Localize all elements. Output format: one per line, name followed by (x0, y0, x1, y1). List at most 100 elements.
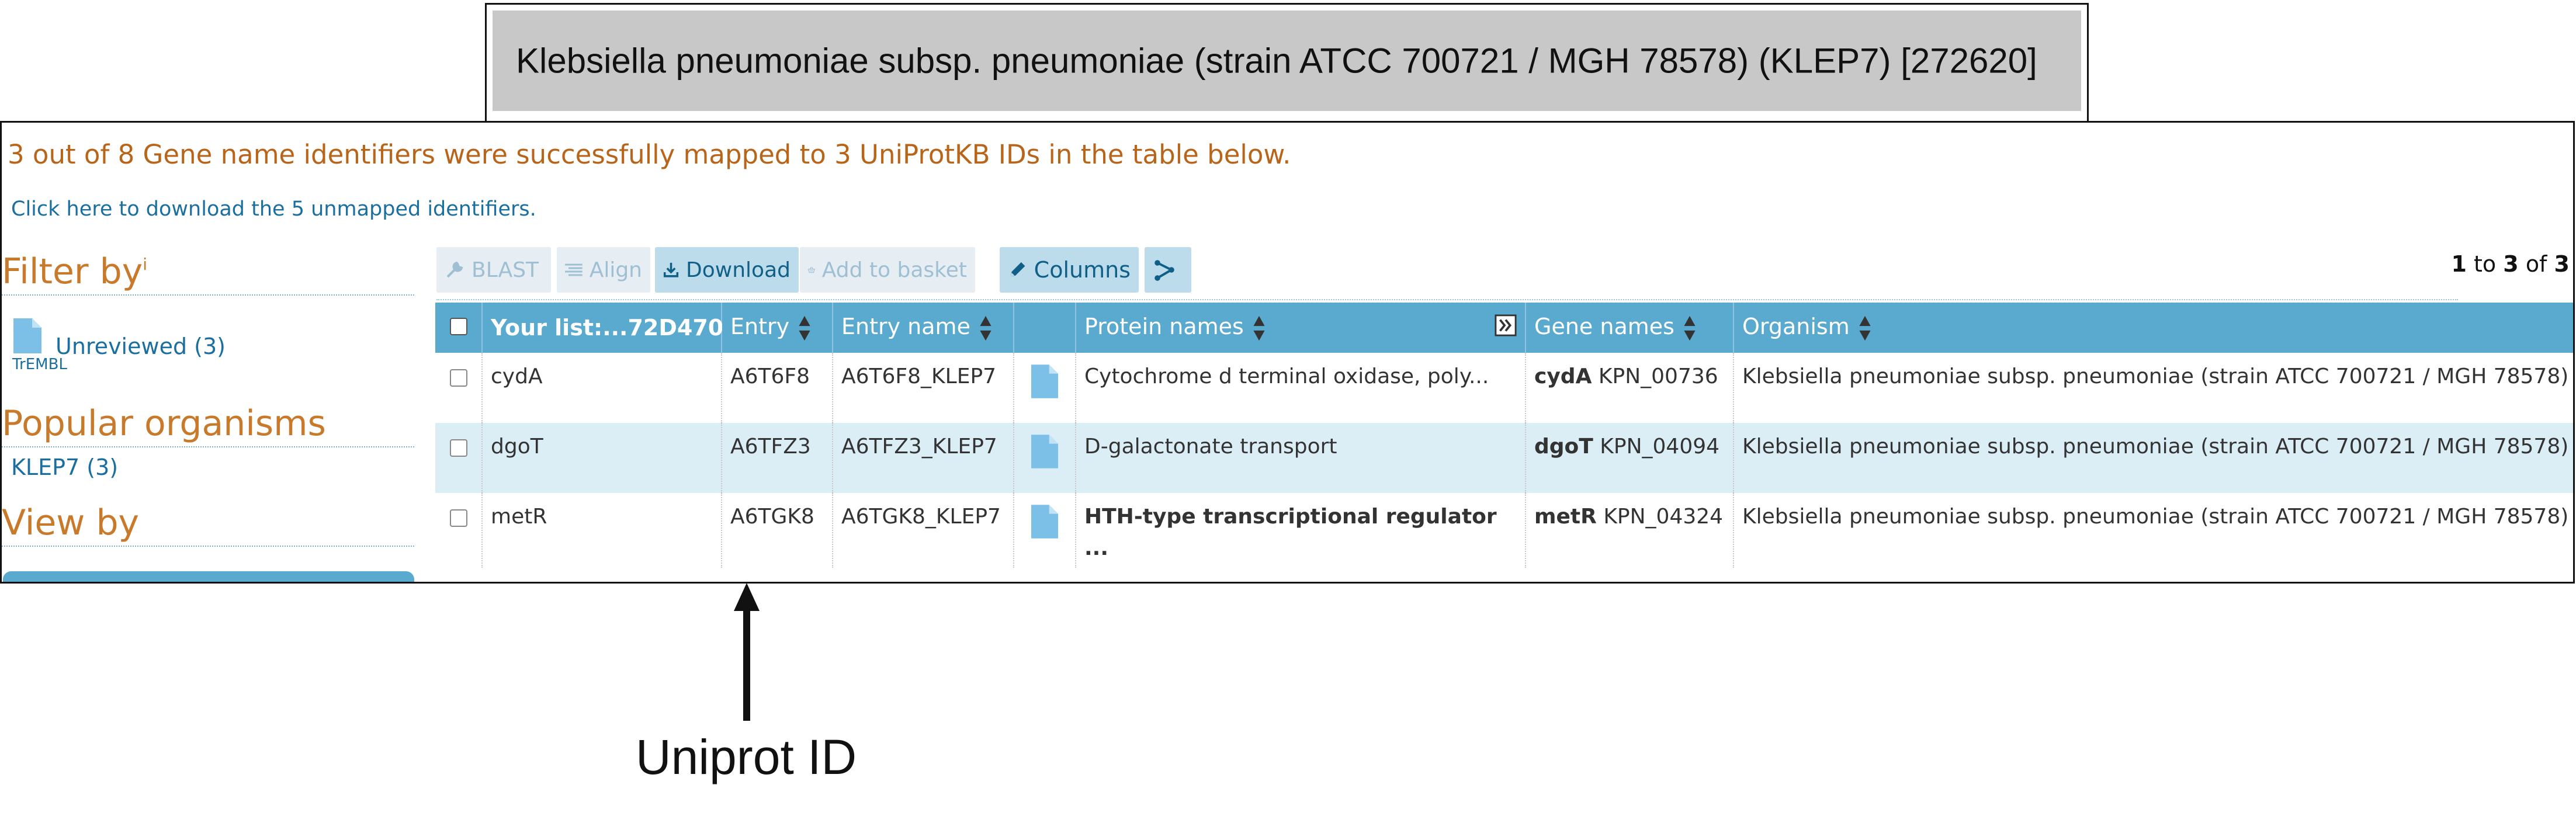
gene-orf: KPN_04094 (1600, 435, 1720, 459)
info-icon[interactable]: i (143, 255, 147, 274)
sort-icon[interactable] (979, 315, 993, 342)
column-status-icon (1014, 303, 1076, 353)
share-icon (1154, 260, 1174, 281)
view-by-heading: View by (2, 502, 140, 543)
your-list-header-label: Your list:...72D470 (491, 315, 724, 341)
organism-link[interactable]: Klebsiella pneumoniae subsp. pneumoniae … (1733, 353, 2573, 423)
row-select-cell (435, 493, 483, 568)
protein-names-header-label: Protein names (1084, 314, 1244, 340)
gene-names-cell: dgoT KPN_04094 (1526, 423, 1734, 493)
pagination-info: 1 to 3 of 3 (2451, 251, 2570, 277)
select-all-header (435, 303, 483, 353)
sort-icon[interactable] (798, 315, 812, 342)
gene-names-cell: cydA KPN_00736 (1526, 353, 1734, 423)
expand-column-icon[interactable] (1495, 314, 1517, 336)
results-table: Your list:...72D470 Entry Entry name Pro… (435, 303, 2573, 568)
filter-by-label: Filter by (2, 251, 143, 292)
sort-icon[interactable] (1252, 315, 1266, 342)
pager-of-word: of (2525, 251, 2547, 277)
share-button[interactable] (1145, 247, 1191, 293)
gene-primary: cydA (1534, 364, 1592, 388)
uniprot-results-panel: 3 out of 8 Gene name identifiers were su… (0, 121, 2575, 584)
column-gene-names[interactable]: Gene names (1526, 303, 1734, 353)
organism-title: Klebsiella pneumoniae subsp. pneumoniae … (516, 41, 2037, 81)
annotation-arrow (734, 583, 760, 721)
view-by-tab[interactable] (3, 571, 414, 582)
filter-divider (2, 294, 414, 296)
pager-to: 3 (2503, 251, 2519, 277)
column-your-list[interactable]: Your list:...72D470 (482, 303, 724, 353)
popular-organisms-heading: Popular organisms (2, 403, 326, 444)
sort-icon[interactable] (1858, 315, 1872, 342)
toolbar-divider (436, 299, 2458, 300)
entry-name-header-label: Entry name (841, 314, 970, 340)
unreviewed-document-icon[interactable] (1031, 364, 1058, 398)
blast-label: BLAST (471, 258, 539, 282)
organism-title-frame: Klebsiella pneumoniae subsp. pneumoniae … (485, 3, 2089, 123)
organism-title-box: Klebsiella pneumoniae subsp. pneumoniae … (493, 11, 2081, 111)
add-to-basket-label: Add to basket (821, 258, 967, 282)
align-icon (565, 263, 583, 276)
columns-label: Columns (1034, 257, 1131, 283)
status-cell (1014, 423, 1076, 493)
your-list-cell: cydA (482, 353, 722, 423)
mapping-summary: 3 out of 8 Gene name identifiers were su… (8, 139, 1291, 170)
table-header-row: Your list:...72D470 Entry Entry name Pro… (435, 303, 2573, 353)
column-organism[interactable]: Organism (1733, 303, 2573, 353)
gene-orf: KPN_00736 (1598, 364, 1718, 388)
entry-link[interactable]: A6TFZ3 (722, 423, 833, 493)
organism-filter-klep7[interactable]: KLEP7 (3) (11, 454, 118, 480)
gene-orf: KPN_04324 (1603, 505, 1724, 529)
column-entry-name[interactable]: Entry name (833, 303, 1014, 353)
document-icon (13, 318, 41, 353)
popular-divider (2, 446, 414, 447)
gene-names-cell: metR KPN_04324 (1526, 493, 1734, 568)
annotation-label: Uniprot ID (636, 730, 857, 784)
align-label: Align (589, 258, 642, 282)
pager-total: 3 (2554, 251, 2570, 277)
organism-link[interactable]: Klebsiella pneumoniae subsp. pneumoniae … (1733, 493, 2573, 568)
gene-primary: metR (1534, 505, 1597, 529)
row-checkbox[interactable] (449, 369, 467, 387)
entry-name-cell: A6TGK8_KLEP7 (833, 493, 1014, 568)
organism-link[interactable]: Klebsiella pneumoniae subsp. pneumoniae … (1733, 423, 2573, 493)
entry-link[interactable]: A6TGK8 (722, 493, 833, 568)
blast-button[interactable]: BLAST (436, 247, 551, 293)
entry-name-cell: A6T6F8_KLEP7 (833, 353, 1014, 423)
organism-header-label: Organism (1742, 314, 1850, 340)
protein-names-cell: D-galactonate transport (1076, 423, 1526, 493)
pager-from: 1 (2451, 251, 2467, 277)
trembl-label: TrEMBL (12, 356, 67, 373)
unreviewed-label: Unreviewed (3) (56, 334, 226, 359)
download-unmapped-link[interactable]: Click here to download the 5 unmapped id… (11, 197, 536, 221)
column-entry[interactable]: Entry (722, 303, 833, 353)
filter-by-heading: Filter byi (2, 251, 147, 292)
pager-to-word: to (2474, 251, 2497, 277)
columns-button[interactable]: Columns (1000, 247, 1139, 293)
column-protein-names[interactable]: Protein names (1076, 303, 1526, 353)
entry-link[interactable]: A6T6F8 (722, 353, 833, 423)
unreviewed-document-icon[interactable] (1031, 435, 1058, 468)
protein-names-cell: HTH-type transcriptional regulator ... (1076, 493, 1526, 568)
filter-unreviewed[interactable]: Unreviewed (3) TrEMBL (12, 318, 259, 373)
pencil-icon (1010, 262, 1025, 277)
download-icon (663, 262, 679, 277)
unreviewed-document-icon[interactable] (1031, 505, 1058, 539)
row-checkbox[interactable] (449, 509, 467, 527)
entry-name-cell: A6TFZ3_KLEP7 (833, 423, 1014, 493)
wrench-icon (446, 261, 463, 278)
select-all-checkbox[interactable] (449, 318, 467, 335)
row-select-cell (435, 353, 483, 423)
sort-icon[interactable] (1683, 315, 1697, 342)
gene-names-header-label: Gene names (1534, 314, 1674, 340)
basket-icon (808, 267, 815, 273)
status-cell (1014, 353, 1076, 423)
align-button[interactable]: Align (557, 247, 650, 293)
add-to-basket-button[interactable]: Add to basket (800, 247, 975, 293)
view-by-divider (2, 546, 414, 547)
download-button[interactable]: Download (655, 247, 799, 293)
row-select-cell (435, 423, 483, 493)
table-row: metR A6TGK8 A6TGK8_KLEP7 HTH-type transc… (435, 493, 2573, 568)
row-checkbox[interactable] (449, 439, 467, 457)
entry-header-label: Entry (730, 314, 790, 340)
